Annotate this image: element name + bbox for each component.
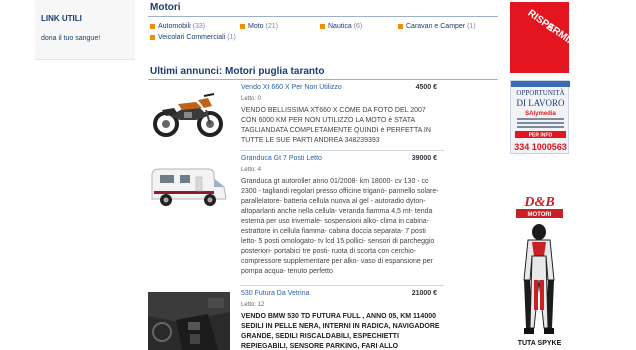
category-label: Veicolari Commerciali <box>158 34 226 41</box>
category-caravan-camper[interactable]: Caravan e Camper (1) <box>398 22 476 32</box>
motori-text: MOTORI <box>528 212 552 218</box>
category-label: Nautica <box>328 23 352 30</box>
phone-text: 334 1000563 <box>514 142 567 152</box>
risparmia-banner[interactable]: E RISPARMIA <box>510 2 578 73</box>
main-content: Motori Automobili (33) Moto (21) Nautica… <box>148 0 498 350</box>
ad-title-link[interactable]: Granduca Gt 7 Posti Letto <box>241 155 322 162</box>
category-moto[interactable]: Moto (21) <box>240 22 278 32</box>
ad-separator <box>240 285 444 286</box>
opportunity-text: OPPORTUNITÀ <box>516 89 564 97</box>
ad-title-link[interactable]: Vendo Xt 660 X Per Non Utilizzo <box>241 84 342 91</box>
camper-photo <box>148 157 230 213</box>
di-lavoro-text: DI LAVORO <box>516 98 565 108</box>
ad-description: VENDO BELLISSIMA XT660 X COME DA FOTO DE… <box>241 107 431 144</box>
bullet-icon <box>398 24 403 29</box>
car-interior-photo <box>148 292 230 350</box>
ad-photo[interactable] <box>148 157 230 213</box>
ads-divider <box>148 79 498 80</box>
ad-price: 39000 € <box>411 155 437 162</box>
category-veicolari-commerciali[interactable]: Veicolari Commerciali (1) <box>150 33 240 43</box>
ad-price: 4500 € <box>415 84 437 91</box>
ad-read-count: Letto: 4 <box>241 167 262 173</box>
db-logo-text: D&B <box>523 195 554 210</box>
bullet-icon <box>320 24 325 29</box>
left-sidebar: LINK UTILI dona il tuo sangue! <box>35 0 135 350</box>
job-opportunity-banner[interactable]: OPPORTUNITÀ DI LAVORO SAlymedia PER INFO… <box>510 80 570 154</box>
ad-separator <box>240 150 444 151</box>
category-label: Caravan e Camper <box>406 23 466 30</box>
latest-ads-title: Ultimi annunci: Motori puglia taranto <box>150 66 325 77</box>
bullet-icon <box>150 24 155 29</box>
motorcycle-photo <box>148 86 230 142</box>
category-automobili[interactable]: Automobili (33) <box>150 22 205 32</box>
category-count: (1) <box>227 34 236 41</box>
category-count: (1) <box>467 23 476 30</box>
category-label: Automobili <box>158 23 191 30</box>
brand-text: SAlymedia <box>525 111 556 117</box>
motori-title: Motori <box>150 2 181 13</box>
ad-read-count: Letto: 0 <box>241 96 262 102</box>
db-motori-banner[interactable]: D&B MOTORI TUTA SPYKE <box>510 160 569 350</box>
bullet-icon <box>240 24 245 29</box>
category-list: Automobili (33) Moto (21) Nautica (6) Ca… <box>148 17 498 73</box>
ad-read-count: Letto: 12 <box>241 302 265 308</box>
category-count: (6) <box>353 23 363 30</box>
ad-listing: 530 Futura Da Vetrina 21000 € Letto: 12 … <box>148 290 498 350</box>
db-motori-graphic: D&B MOTORI TUTA SPYKE <box>516 195 563 347</box>
ad-listing: Vendo Xt 660 X Per Non Utilizzo 4500 € L… <box>148 84 498 146</box>
ad-description: VENDO BMW 530 TD FUTURA FULL , ANNO 05, … <box>241 313 440 350</box>
risparmia-graphic: E RISPARMIA <box>526 8 578 49</box>
ad-price: 21000 € <box>411 290 437 297</box>
category-label: Moto <box>248 23 264 30</box>
category-count: (33) <box>192 23 206 30</box>
donate-blood-link[interactable]: dona il tuo sangue! <box>41 35 100 42</box>
useful-links-box: LINK UTILI dona il tuo sangue! <box>35 0 135 60</box>
racing-suit-figure <box>523 224 555 334</box>
useful-links-title: LINK UTILI <box>41 14 82 23</box>
category-count: (21) <box>265 23 278 30</box>
risparmia-text: RISPARMIA <box>526 8 569 49</box>
ad-photo[interactable] <box>148 292 230 350</box>
category-nautica[interactable]: Nautica (6) <box>320 22 362 32</box>
tuta-spyke-text: TUTA SPYKE <box>518 340 562 347</box>
ad-photo[interactable] <box>148 86 230 142</box>
bullet-icon <box>150 35 155 40</box>
job-opportunity-graphic: OPPORTUNITÀ DI LAVORO SAlymedia PER INFO… <box>511 81 570 152</box>
ad-description: Granduca gt autoroller anno 01/2008- km … <box>241 178 439 275</box>
ad-title-link[interactable]: 530 Futura Da Vetrina <box>241 290 310 297</box>
per-info-text: PER INFO <box>529 133 553 139</box>
ad-listing: Granduca Gt 7 Posti Letto 39000 € Letto:… <box>148 155 498 285</box>
